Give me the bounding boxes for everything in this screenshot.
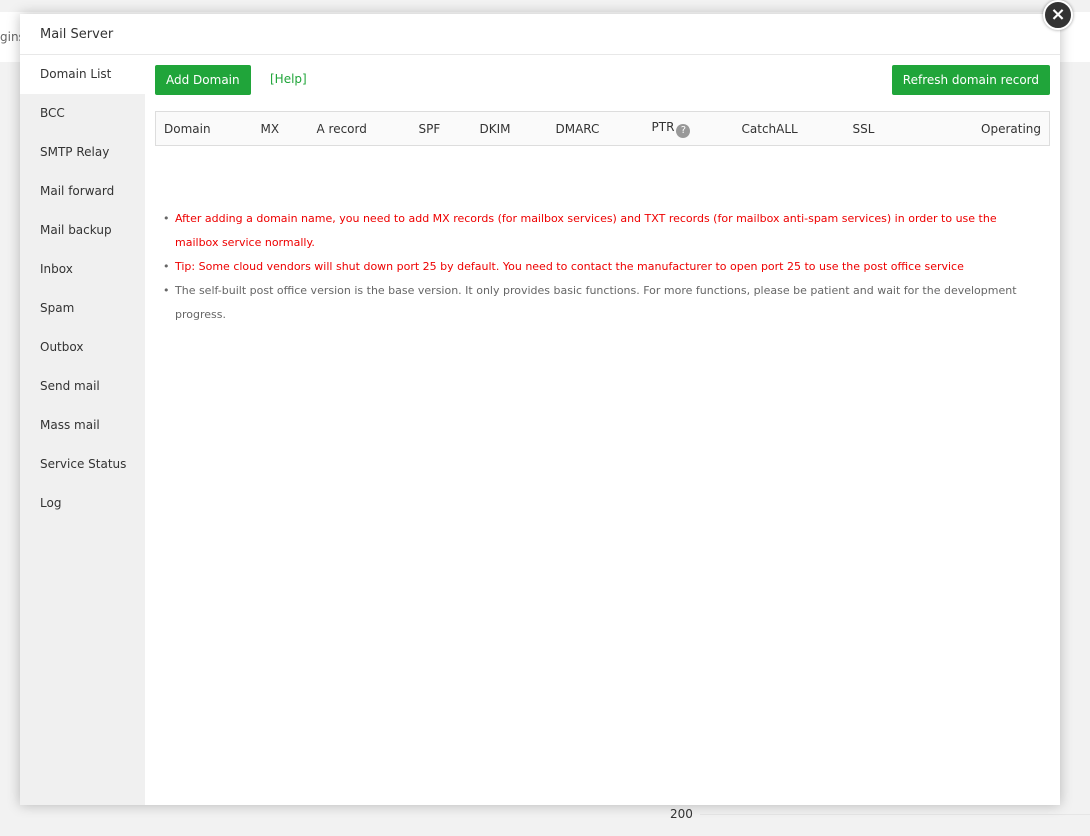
close-icon[interactable]: × — [1043, 0, 1073, 30]
sidebar-item-mail-forward[interactable]: Mail forward — [20, 172, 145, 211]
sidebar-item-send-mail[interactable]: Send mail — [20, 367, 145, 406]
column-header-a-record: A record — [308, 111, 411, 146]
column-header-dkim: DKIM — [471, 111, 548, 146]
sidebar-item-service-status[interactable]: Service Status — [20, 445, 145, 484]
column-header-mx: MX — [252, 111, 309, 146]
tips-list: After adding a domain name, you need to … — [163, 207, 1025, 327]
mail-server-modal: Mail Server Domain List BCC SMTP Relay M… — [20, 14, 1060, 805]
tip-item: After adding a domain name, you need to … — [163, 207, 1025, 255]
modal-sidebar: Domain List BCC SMTP Relay Mail forward … — [20, 55, 145, 805]
tip-item: The self-built post office version is th… — [163, 279, 1025, 327]
sidebar-item-inbox[interactable]: Inbox — [20, 250, 145, 289]
ptr-label: PTR — [651, 119, 675, 134]
sidebar-item-outbox[interactable]: Outbox — [20, 328, 145, 367]
domain-list-panel: Add Domain [Help] Refresh domain record … — [145, 55, 1060, 805]
question-icon[interactable]: ? — [676, 123, 691, 138]
sidebar-item-bcc[interactable]: BCC — [20, 94, 145, 133]
domain-table: Domain MX A record SPF DKIM DMARC PTR? C… — [155, 111, 1050, 146]
refresh-domain-record-button[interactable]: Refresh domain record — [891, 65, 1050, 95]
column-header-catchall: CatchALL — [733, 111, 845, 146]
toolbar: Add Domain [Help] Refresh domain record — [155, 65, 1050, 95]
sidebar-item-spam[interactable]: Spam — [20, 289, 145, 328]
add-domain-button[interactable]: Add Domain — [155, 65, 251, 95]
column-header-spf: SPF — [410, 111, 472, 146]
sidebar-item-mail-backup[interactable]: Mail backup — [20, 211, 145, 250]
table-header-row: Domain MX A record SPF DKIM DMARC PTR? C… — [155, 111, 1050, 146]
column-header-operating: Operating — [924, 111, 1050, 146]
column-header-domain: Domain — [155, 111, 253, 146]
sidebar-item-domain-list[interactable]: Domain List — [20, 55, 145, 94]
column-header-ptr: PTR? — [643, 111, 734, 146]
help-link[interactable]: [Help] — [270, 72, 307, 86]
tip-item: Tip: Some cloud vendors will shut down p… — [163, 255, 1025, 279]
sidebar-item-log[interactable]: Log — [20, 484, 145, 523]
column-header-dmarc: DMARC — [547, 111, 644, 146]
sidebar-item-smtp-relay[interactable]: SMTP Relay — [20, 133, 145, 172]
modal-title: Mail Server — [20, 14, 1060, 55]
column-header-ssl: SSL — [844, 111, 925, 146]
sidebar-item-mass-mail[interactable]: Mass mail — [20, 406, 145, 445]
